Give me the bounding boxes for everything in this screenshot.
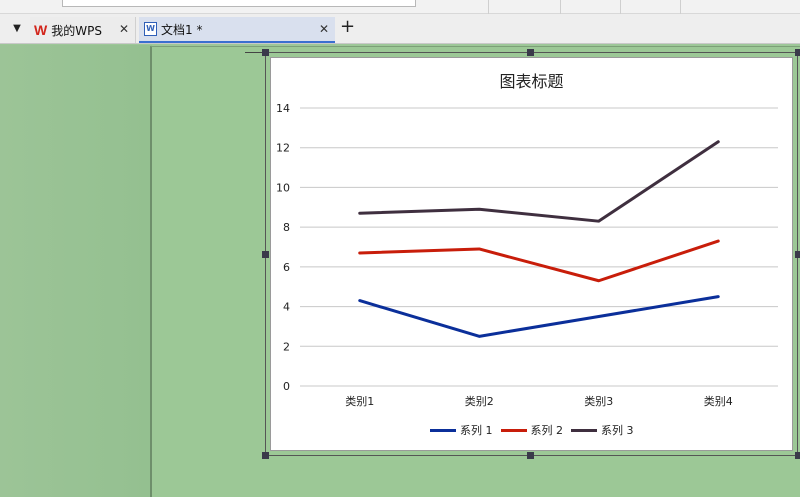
- y-tick-label: 2: [283, 340, 290, 353]
- close-icon[interactable]: ✕: [319, 22, 329, 36]
- legend-swatch: [430, 428, 456, 432]
- x-tick-label: 类别3: [584, 394, 613, 408]
- y-tick-label: 8: [283, 221, 290, 234]
- resize-handle-bottom[interactable]: [527, 452, 534, 459]
- chart-legend[interactable]: 系列 1 系列 2 系列 3: [430, 422, 642, 438]
- legend-label: 系列 3: [601, 424, 634, 437]
- resize-handle-top-left[interactable]: [262, 49, 269, 56]
- new-tab-button[interactable]: +: [340, 17, 355, 37]
- ribbon-divider: [560, 0, 561, 14]
- legend-swatch: [500, 428, 527, 432]
- ribbon-divider: [620, 0, 621, 14]
- y-tick-label: 10: [276, 181, 290, 194]
- legend-label: 系列 2: [530, 424, 564, 437]
- tab-label: 我的WPS: [51, 23, 102, 38]
- legend-item-series-2: 系列 2: [500, 422, 564, 438]
- menu-dropdown-icon[interactable]: ▼: [10, 23, 24, 35]
- legend-item-series-3: 系列 3: [571, 422, 634, 438]
- legend-label: 系列 1: [460, 424, 493, 437]
- legend-item-series-1: 系列 1: [430, 422, 493, 438]
- series-line-3: [358, 140, 720, 223]
- line-chart[interactable]: 0 2 4 6 8 10 12 14 类别1 类别2 类别3 类别4: [270, 57, 793, 451]
- resize-handle-top-right[interactable]: [795, 49, 800, 56]
- y-tick-label: 0: [283, 380, 290, 393]
- ribbon-divider: [488, 0, 489, 14]
- series-line-2: [358, 239, 720, 283]
- resize-handle-left[interactable]: [262, 251, 269, 258]
- legend-swatch: [571, 428, 597, 432]
- resize-handle-right[interactable]: [795, 251, 800, 258]
- close-icon[interactable]: ✕: [119, 22, 129, 36]
- tab-bar: ▼ W 我的WPS ✕ W 文档1 * ✕ +: [0, 14, 800, 44]
- ribbon-divider: [680, 0, 681, 14]
- y-tick-label: 4: [283, 301, 290, 314]
- tab-my-wps[interactable]: W 我的WPS ✕: [30, 17, 136, 43]
- tab-label: 文档1 *: [161, 22, 203, 37]
- x-tick-label: 类别4: [704, 394, 733, 408]
- x-tick-label: 类别2: [465, 394, 494, 408]
- ribbon-input-remnant[interactable]: [62, 0, 416, 7]
- resize-handle-bottom-left[interactable]: [262, 452, 269, 459]
- wps-logo-icon: W: [34, 22, 48, 38]
- resize-handle-bottom-right[interactable]: [795, 452, 800, 459]
- y-tick-label: 14: [276, 102, 290, 115]
- series-line-1: [358, 295, 720, 338]
- resize-handle-top[interactable]: [527, 49, 534, 56]
- ribbon-strip: [0, 0, 800, 14]
- y-tick-label: 6: [283, 261, 290, 274]
- document-icon: W: [144, 22, 157, 36]
- tab-document[interactable]: W 文档1 * ✕: [139, 17, 335, 43]
- y-tick-label: 12: [276, 142, 290, 155]
- x-tick-label: 类别1: [345, 394, 374, 408]
- workspace-margin: [0, 45, 152, 497]
